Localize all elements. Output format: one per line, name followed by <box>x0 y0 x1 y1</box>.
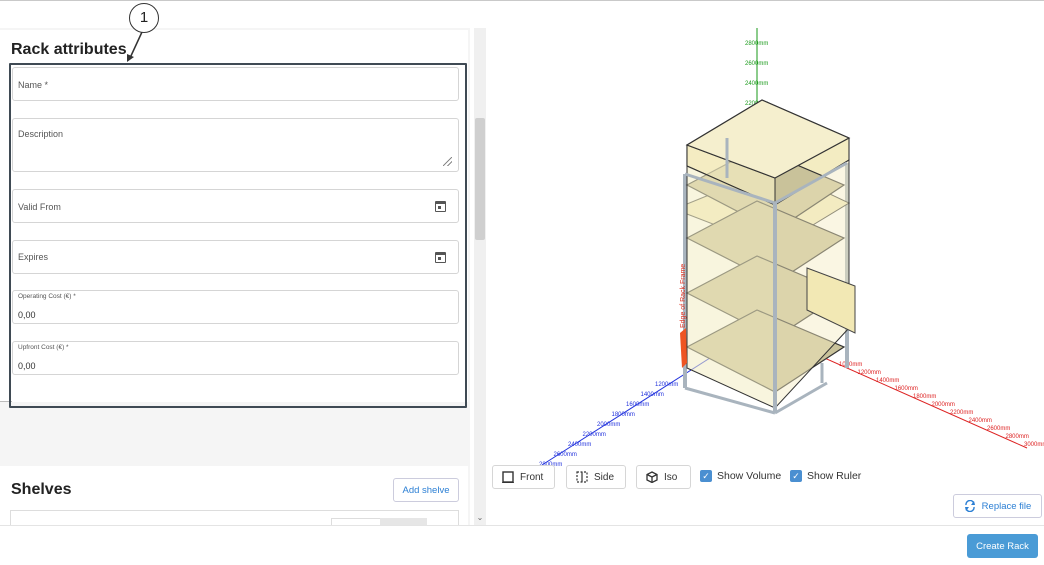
create-rack-button[interactable]: Create Rack <box>967 534 1038 558</box>
iso-view-button[interactable]: Iso <box>636 465 691 489</box>
ruler-tick-label: 2400mm <box>745 81 768 87</box>
ruler-tick-label: 1200mm <box>655 382 678 388</box>
ruler-tick-label: 1800mm <box>913 394 936 400</box>
ruler-tick-label: 2200mm <box>583 432 606 438</box>
ruler-tick-label: 2000mm <box>932 402 955 408</box>
rack-3d-scene[interactable]: 2800mm 2600mm 2400mm 2200mm 2000mm 1200mm 140… <box>487 28 1044 525</box>
shelves-title: Shelves <box>11 481 72 498</box>
front-label: Front <box>520 471 544 483</box>
ruler-tick-label: 1800mm <box>612 412 635 418</box>
show-volume-label: Show Volume <box>717 470 782 482</box>
checkbox-checked-icon[interactable]: ✓ <box>700 470 712 482</box>
ruler-tick-label: 1200mm <box>858 370 881 376</box>
ruler-tick-label: 2000mm <box>597 422 620 428</box>
ruler-tick-label: 2200mm <box>950 410 973 416</box>
callout-arrow <box>127 31 143 62</box>
scrollbar[interactable] <box>474 28 486 525</box>
ruler-tick-label: 2400mm <box>969 418 992 424</box>
footer-bar <box>0 525 1044 565</box>
show-volume-checkbox[interactable]: ✓ Show Volume <box>700 470 781 482</box>
ruler-tick-label: 1600mm <box>895 386 918 392</box>
side-view-button[interactable]: Side <box>566 465 626 489</box>
ruler-tick-label: 3000mm <box>1024 442 1044 448</box>
ruler-tick-label: 2600mm <box>987 426 1010 432</box>
checkbox-checked-icon[interactable]: ✓ <box>790 470 802 482</box>
show-ruler-checkbox[interactable]: ✓ Show Ruler <box>790 470 861 482</box>
replace-file-label: Replace file <box>981 500 1032 512</box>
front-view-button[interactable]: Front <box>492 465 555 489</box>
side-view-icon <box>576 471 588 483</box>
ruler-tick-label: 1600mm <box>626 402 649 408</box>
show-ruler-label: Show Ruler <box>807 470 862 482</box>
annotation-callout: 1 <box>129 3 159 33</box>
ruler-tick-label: 2600mm <box>745 61 768 67</box>
ruler-tick-label: 2400mm <box>568 442 591 448</box>
ruler-tick-label: 1000mm <box>839 362 862 368</box>
ruler-tick-label: 2800mm <box>1006 434 1029 440</box>
rack-3d-viewer[interactable]: 2800mm 2600mm 2400mm 2200mm 2000mm 1200mm 140… <box>487 28 1044 525</box>
scrollbar-thumb[interactable] <box>475 118 485 240</box>
edge-label: Edge of Rack Frame <box>680 264 687 328</box>
cube-icon <box>646 471 658 483</box>
replace-file-button[interactable]: Replace file <box>953 494 1042 518</box>
ruler-tick-label: 1400mm <box>876 378 899 384</box>
annotation-highlight-box <box>9 63 467 408</box>
ruler-tick-label: 2600mm <box>554 452 577 458</box>
ruler-tick-label: 2800mm <box>745 41 768 47</box>
shelf-toggle-option[interactable] <box>380 518 427 525</box>
front-view-icon <box>502 471 514 483</box>
iso-label: Iso <box>664 471 678 483</box>
replace-file-icon <box>964 500 975 512</box>
scroll-down-arrow-icon[interactable]: ⌄ <box>474 512 486 524</box>
ruler-tick-label: 1400mm <box>641 392 664 398</box>
ruler-x-labels: 1000mm 1200mm 1400mm 1600mm 1800mm 2000mm 2200… <box>839 362 1044 448</box>
side-label: Side <box>594 471 615 483</box>
add-shelve-button[interactable]: Add shelve <box>393 478 459 502</box>
rack-model: Edge of Rack Frame <box>680 99 856 415</box>
ruler-y-labels: 1200mm 1400mm 1600mm 1800mm 2000mm 2200mm 2400… <box>539 382 678 468</box>
